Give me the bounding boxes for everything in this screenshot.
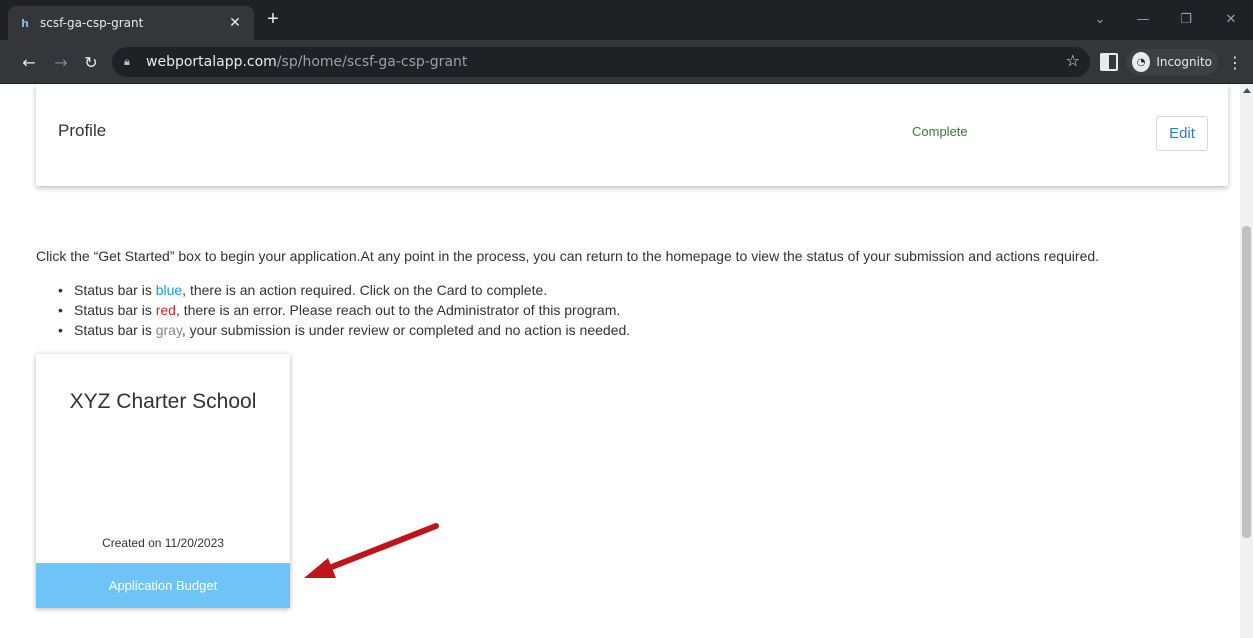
profile-card: Profile Complete Edit — [36, 84, 1228, 186]
page-content: Profile Complete Edit Click the “Get Sta… — [0, 84, 1240, 638]
url-path: /sp/home/scsf-ga-csp-grant — [276, 54, 468, 70]
close-window-icon[interactable]: ✕ — [1220, 8, 1242, 30]
forward-icon[interactable]: → — [50, 51, 72, 73]
application-created-date: Created on 11/20/2023 — [102, 536, 224, 550]
scrollbar-thumb[interactable] — [1242, 226, 1251, 538]
restore-icon[interactable]: ❐ — [1175, 8, 1197, 30]
close-tab-icon[interactable]: ✕ — [226, 14, 244, 32]
legend-color-red: red — [155, 302, 176, 318]
profile-label: Profile — [58, 121, 107, 140]
browser-toolbar: ← → ↻ 🔒︎ webportalapp.com/sp/home/scsf-g… — [0, 40, 1253, 84]
lock-icon: 🔒︎ — [124, 55, 130, 68]
browser-tab-bar: h scsf-ga-csp-grant ✕ + ⌄ — ❐ ✕ — [0, 0, 1253, 40]
tab-search-chevron-icon[interactable]: ⌄ — [1089, 8, 1111, 30]
legend-color-gray: gray — [155, 322, 182, 338]
site-favicon-icon: h — [21, 16, 29, 30]
legend-item-blue: Status bar is blue, there is an action r… — [58, 280, 630, 300]
reload-icon[interactable]: ↻ — [80, 51, 102, 73]
browser-tab[interactable]: h scsf-ga-csp-grant ✕ — [8, 6, 254, 40]
legend-color-blue: blue — [155, 282, 183, 298]
application-status-bar[interactable]: Application Budget — [36, 563, 290, 608]
status-legend-list: Status bar is blue, there is an action r… — [58, 280, 630, 340]
tab-title: scsf-ga-csp-grant — [40, 16, 144, 30]
url-host: webportalapp.com — [146, 54, 277, 70]
page-scrollbar[interactable] — [1240, 84, 1253, 638]
application-card[interactable]: XYZ Charter School Created on 11/20/2023… — [36, 354, 290, 608]
minimize-icon[interactable]: — — [1132, 8, 1154, 30]
legend-item-red: Status bar is red, there is an error. Pl… — [58, 300, 630, 320]
back-icon[interactable]: ← — [18, 51, 40, 73]
profile-status: Complete — [912, 124, 968, 139]
incognito-label: Incognito — [1156, 55, 1212, 69]
edit-profile-button[interactable]: Edit — [1156, 116, 1208, 151]
scroll-up-icon[interactable] — [1243, 88, 1251, 93]
bookmark-star-icon[interactable]: ☆ — [1066, 51, 1080, 70]
side-panel-icon[interactable] — [1100, 53, 1118, 71]
legend-item-gray: Status bar is gray, your submission is u… — [58, 320, 630, 340]
address-bar[interactable]: 🔒︎ webportalapp.com/sp/home/scsf-ga-csp-… — [112, 47, 1090, 77]
incognito-icon: ◔ — [1132, 52, 1151, 72]
incognito-badge[interactable]: ◔ Incognito — [1126, 49, 1218, 75]
application-name: XYZ Charter School — [69, 390, 257, 413]
browser-menu-icon[interactable]: ⋮ — [1226, 51, 1244, 73]
new-tab-icon[interactable]: + — [262, 8, 284, 30]
annotation-arrow-icon — [304, 523, 439, 578]
instructions-intro: Click the “Get Started” box to begin you… — [36, 248, 1100, 264]
